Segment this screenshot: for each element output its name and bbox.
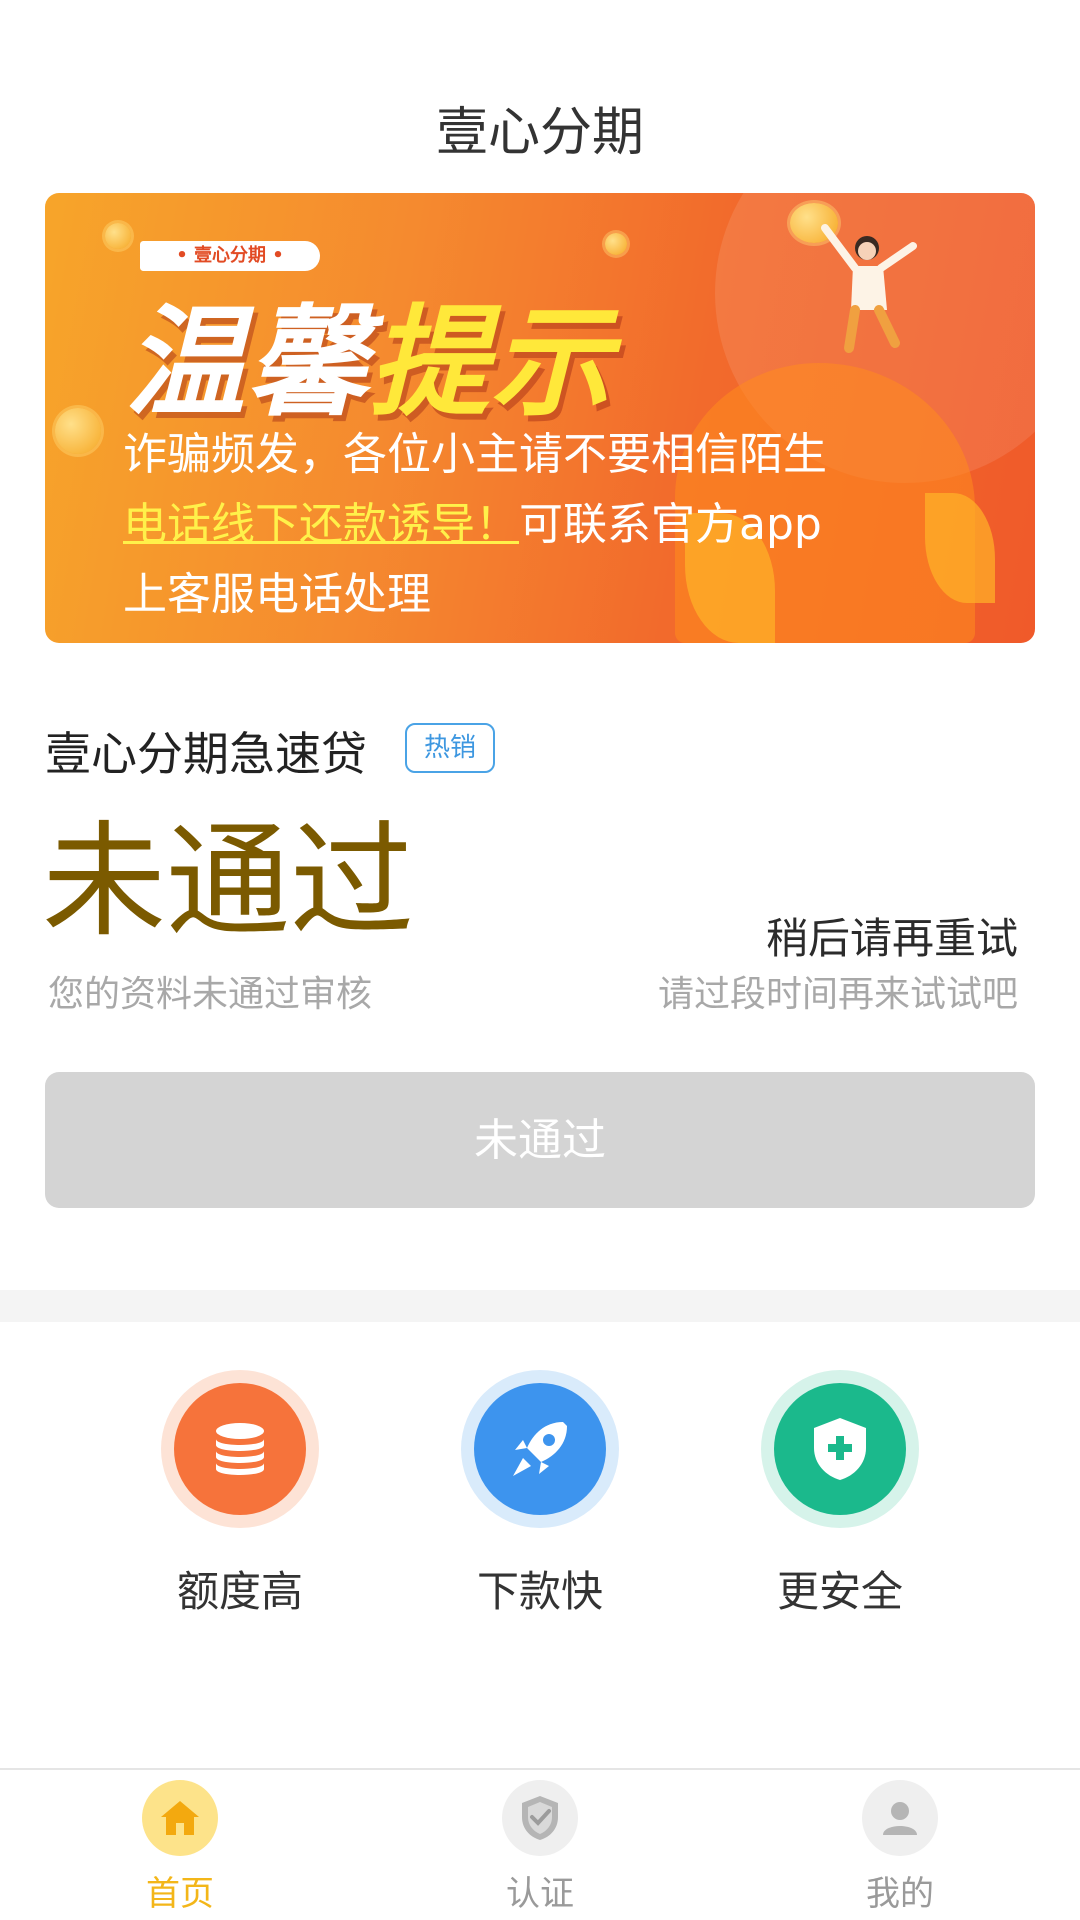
feature-label: 更安全 <box>776 1567 903 1616</box>
bottom-navigation: 首页 认证 我的 <box>0 1768 1080 1920</box>
apply-button-disabled[interactable]: 未通过 <box>45 1072 1035 1208</box>
user-icon <box>862 1780 938 1856</box>
banner-message-line1: 诈骗频发，各位小主请不要相信陌生 <box>123 429 827 480</box>
banner-message-rest: 可联系官方app <box>519 499 822 550</box>
coin-decoration <box>105 223 131 249</box>
status-description: 您的资料未通过审核 <box>48 974 373 1015</box>
cheering-person-illustration <box>821 224 917 353</box>
section-divider <box>0 1290 1080 1322</box>
feature-high-limit: 额度高 <box>120 1370 360 1619</box>
shield-plus-icon <box>774 1383 906 1515</box>
headline-part2: 提示 <box>369 294 613 433</box>
banner-message-line2: 电话线下还款诱导！可联系官方app <box>123 488 822 552</box>
coin-decoration <box>55 408 101 454</box>
nav-label-profile: 我的 <box>866 1874 934 1914</box>
retry-description: 请过段时间再来试试吧 <box>657 974 1018 1015</box>
banner-message-line3: 上客服电话处理 <box>123 569 431 620</box>
hot-badge: 热销 <box>405 723 495 773</box>
nav-label-home: 首页 <box>146 1874 214 1914</box>
nav-item-certification[interactable]: 认证 <box>440 1780 640 1915</box>
nav-item-home[interactable]: 首页 <box>80 1780 280 1915</box>
coin-decoration <box>605 233 627 255</box>
feature-label: 额度高 <box>176 1567 303 1616</box>
coin-stack-icon <box>174 1383 306 1515</box>
page-title: 壹心分期 <box>435 103 644 163</box>
banner-headline: 温馨提示 <box>125 265 613 439</box>
notice-banner[interactable]: • 壹心分期 • 温馨提示 诈骗频发，各位小主请不要相信陌生 电话线下还款诱导！… <box>45 193 1035 643</box>
app-screen: 壹心分期 • 壹心分期 • 温馨提示 诈骗频发，各位小主请不要相信陌生 电话线下… <box>0 0 1080 1920</box>
feature-label: 下款快 <box>476 1567 603 1616</box>
status-text: 未通过 <box>42 810 415 954</box>
product-title: 壹心分期急速贷 <box>45 727 367 781</box>
retry-title: 稍后请再重试 <box>765 914 1018 963</box>
nav-item-profile[interactable]: 我的 <box>800 1780 1000 1915</box>
feature-more-secure: 更安全 <box>720 1370 960 1619</box>
nav-label-certification: 认证 <box>506 1874 574 1914</box>
shield-check-icon <box>502 1780 578 1856</box>
home-icon <box>142 1780 218 1856</box>
banner-highlight: 电话线下还款诱导！ <box>123 499 519 550</box>
rocket-icon <box>474 1383 606 1515</box>
feature-fast-loan: 下款快 <box>420 1370 660 1619</box>
headline-part1: 温馨 <box>125 294 369 433</box>
